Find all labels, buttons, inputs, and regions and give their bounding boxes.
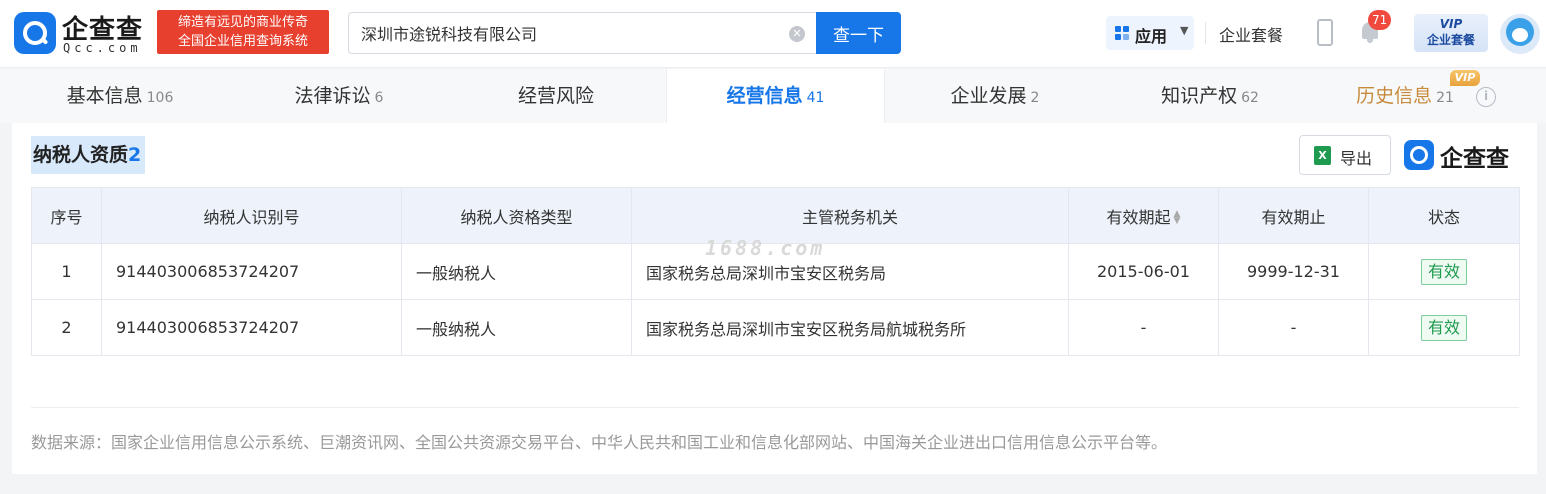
cell-taxpayer-id: 914403006853724207 (101, 243, 402, 300)
user-avatar[interactable] (1500, 14, 1540, 54)
header-index: 序号 (31, 187, 102, 244)
cell-valid-from: 2015-06-01 (1068, 243, 1219, 300)
enterprise-suite-link[interactable]: 企业套餐 (1219, 22, 1283, 46)
cell-tax-authority[interactable]: 国家税务总局深圳市宝安区税务局 (631, 243, 1069, 300)
grid-icon (1115, 26, 1129, 40)
watermark-text: 1688.com (705, 236, 826, 260)
tab-count: 106 (146, 90, 174, 106)
mobile-phone-icon[interactable] (1317, 19, 1333, 46)
slogan-banner: 缔造有远见的商业传奇 全国企业信用查询系统 (157, 10, 329, 54)
header-tax-authority: 主管税务机关 (631, 187, 1069, 244)
status-badge: 有效 (1420, 258, 1467, 285)
vip-suite-button[interactable]: VIP 企业套餐 (1414, 14, 1488, 52)
qcc-brand-icon (1404, 140, 1434, 170)
footer-divider (31, 407, 1519, 408)
cell-qualification-type: 一般纳税人 (401, 243, 632, 300)
export-label: 导出 (1340, 149, 1373, 168)
notification-badge: 71 (1368, 10, 1392, 30)
tab-development[interactable]: 企业发展 2 (885, 69, 1105, 123)
vip-label: VIP (1439, 17, 1463, 31)
search-box: ✕ (348, 12, 818, 54)
tab-operation-info[interactable]: 经营信息 41 (666, 69, 885, 123)
cell-qualification-type: 一般纳税人 (401, 299, 632, 356)
top-header: 企查查 Qcc.com 缔造有远见的商业传奇 全国企业信用查询系统 ✕ 查一下 … (0, 0, 1546, 68)
tab-count: 6 (374, 90, 384, 106)
cell-valid-to: - (1218, 299, 1369, 356)
export-button[interactable]: X 导出 (1299, 135, 1391, 175)
vip-tag: VIP (1450, 70, 1480, 86)
cell-status: 有效 (1368, 299, 1520, 356)
tab-label: 经营风险 (517, 85, 594, 107)
taxpayer-table: 序号 纳税人识别号 纳税人资格类型 主管税务机关 有效期起 ▲ ▼ 有效期止 状态 … (31, 187, 1520, 356)
tab-bar: 基本信息 106 法律诉讼 6 经营风险 经营信息 41 企业发展 2 知识产权 62 历… (0, 69, 1546, 123)
header-status: 状态 (1368, 187, 1520, 244)
logo-subtext: Qcc.com (63, 41, 142, 55)
vip-suite-label: 企业套餐 (1426, 33, 1475, 47)
cell-index: 2 (31, 299, 102, 356)
cell-valid-to: 9999-12-31 (1218, 243, 1369, 300)
section-title: 纳税人资质2 (31, 136, 146, 174)
tab-legal[interactable]: 法律诉讼 6 (224, 69, 454, 123)
tab-label: 知识产权 (1161, 85, 1238, 107)
header-valid-from-label: 有效期起 (1106, 207, 1171, 227)
header-valid-from[interactable]: 有效期起 ▲ ▼ (1068, 187, 1219, 244)
data-source-note: 数据来源：国家企业信用信息公示系统、巨潮资讯网、全国公共资源交易平台、中华人民共… (31, 433, 1168, 452)
apps-menu-button[interactable]: 应用 ▼ (1106, 16, 1194, 50)
tab-count: 41 (806, 90, 825, 106)
search-button[interactable]: 查一下 (816, 12, 901, 54)
header-divider (1205, 22, 1206, 44)
qcc-logo-icon[interactable] (14, 12, 56, 54)
sort-icon[interactable]: ▲ ▼ (1174, 210, 1181, 226)
section-title-text: 纳税人资质 (33, 144, 129, 166)
cell-index: 1 (31, 243, 102, 300)
status-badge: 有效 (1420, 314, 1467, 341)
tab-label: 企业发展 (950, 85, 1027, 107)
header-taxpayer-id: 纳税人识别号 (101, 187, 402, 244)
section-count: 2 (128, 144, 142, 166)
tab-count: 21 (1436, 90, 1454, 106)
cell-status: 有效 (1368, 243, 1520, 300)
info-icon[interactable]: i (1476, 87, 1496, 107)
apps-label: 应用 (1135, 27, 1168, 46)
slogan-line-2: 全国企业信用查询系统 (177, 34, 308, 49)
search-input[interactable] (361, 13, 781, 53)
tab-label: 历史信息 (1356, 85, 1433, 107)
tab-count: 62 (1241, 90, 1259, 106)
cell-taxpayer-id: 914403006853724207 (101, 299, 402, 356)
tab-operation-risk[interactable]: 经营风险 (446, 69, 666, 123)
tab-count: 2 (1030, 90, 1040, 106)
cell-tax-authority[interactable]: 国家税务总局深圳市宝安区税务局航城税务所 (631, 299, 1069, 356)
brand-text: 企查查 (1440, 146, 1509, 172)
header-valid-to: 有效期止 (1218, 187, 1369, 244)
caret-down-icon: ▼ (1180, 24, 1189, 37)
tab-label: 法律诉讼 (294, 85, 371, 107)
cell-valid-from: - (1068, 299, 1219, 356)
header-qualification-type: 纳税人资格类型 (401, 187, 632, 244)
excel-icon: X (1314, 146, 1331, 165)
slogan-line-1: 缔造有远见的商业传奇 (177, 15, 308, 30)
tab-label: 经营信息 (726, 85, 803, 107)
tab-basic-info[interactable]: 基本信息 106 (0, 69, 240, 123)
table-row: 2 914403006853724207 一般纳税人 国家税务总局深圳市宝安区税… (31, 299, 1520, 356)
tab-label: 基本信息 (66, 85, 143, 107)
clear-icon[interactable]: ✕ (789, 26, 805, 42)
tab-intellectual-property[interactable]: 知识产权 62 (1100, 69, 1320, 123)
